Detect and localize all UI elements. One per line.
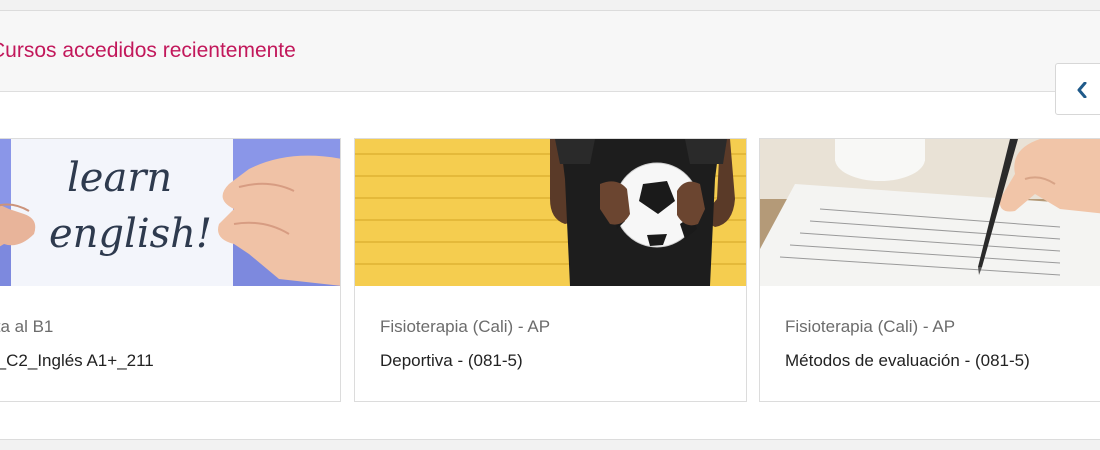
course-image-learn-english[interactable]: learn english! (0, 139, 340, 286)
course-category: Fisioterapia (Cali) - AP (380, 317, 551, 336)
image-text-learn: learn (67, 155, 172, 201)
course-name[interactable]: Métodos de evaluación - (081-5) (785, 351, 1030, 371)
course-name[interactable]: Deportiva - (081-5) (380, 351, 523, 371)
course-image-evaluation[interactable] (760, 139, 1100, 286)
course-card[interactable]: learn english! Ruta al B1 AP_C2_Inglés A… (0, 138, 341, 402)
course-category: Fisioterapia (Cali) - AP (785, 317, 956, 336)
image-text-english: english! (49, 211, 212, 257)
carousel-prev-button[interactable] (1055, 63, 1100, 115)
course-card[interactable]: Fisioterapia (Cali) - AP Deportiva - (08… (354, 138, 747, 402)
chevron-left-icon (1077, 82, 1087, 98)
course-name[interactable]: AP_C2_Inglés A1+_211 (0, 351, 154, 371)
top-strip (0, 0, 1100, 11)
course-card[interactable]: Fisioterapia (Cali) - AP Métodos de eval… (759, 138, 1100, 402)
course-category: Ruta al B1 (0, 317, 54, 336)
block-header: Cursos accedidos recientemente (0, 11, 1100, 92)
course-image-soccer[interactable] (355, 139, 746, 286)
block-title: Cursos accedidos recientemente (0, 39, 296, 62)
recent-courses-block: Cursos accedidos recientemente learn eng… (0, 11, 1100, 440)
